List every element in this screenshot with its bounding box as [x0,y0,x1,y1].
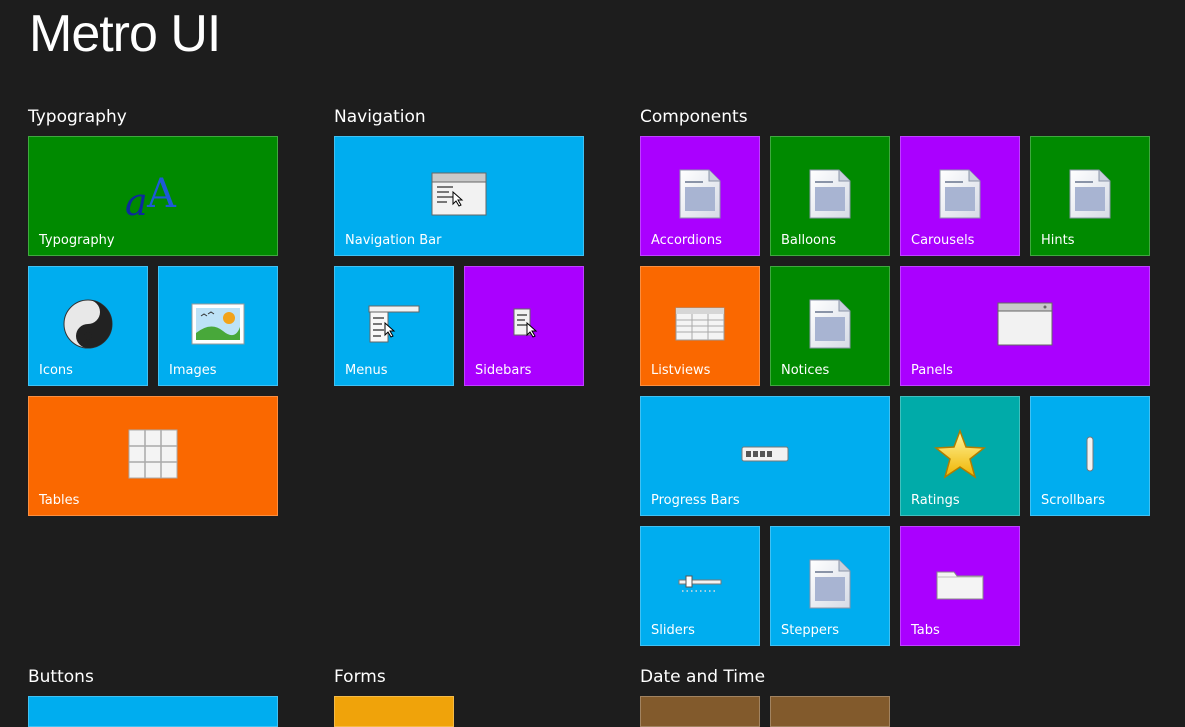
tile-typography[interactable]: a A Typography [28,136,278,256]
yin-yang-icon [63,299,113,349]
group-title-components: Components [640,107,748,127]
tile-tabs[interactable]: Tabs [900,526,1020,646]
group-title-buttons: Buttons [28,667,94,687]
tile-tables[interactable]: Tables [28,396,278,516]
tile-navigation-bar[interactable]: Navigation Bar [334,136,584,256]
document-icon [809,169,851,219]
tile-label: Progress Bars [651,493,740,508]
tile-balloons[interactable]: Balloons [770,136,890,256]
tile-label: Navigation Bar [345,233,442,248]
document-icon [939,169,981,219]
tile-label: Tabs [911,623,940,638]
tile-sliders[interactable]: Sliders [640,526,760,646]
tile-buttons[interactable] [28,696,278,727]
tile-label: Hints [1041,233,1075,248]
sidebar-icon [513,308,538,338]
tile-carousels[interactable]: Carousels [900,136,1020,256]
tile-label: Typography [39,233,115,248]
tile-label: Notices [781,363,830,378]
menu-icon [368,305,420,343]
tile-ratings[interactable]: Ratings [900,396,1020,516]
group-title-date-and-time: Date and Time [640,667,766,687]
group-title-forms: Forms [334,667,386,687]
tile-panels[interactable]: Panels [900,266,1150,386]
tile-label: Images [169,363,217,378]
tile-sidebars[interactable]: Sidebars [464,266,584,386]
tile-notices[interactable]: Notices [770,266,890,386]
svg-text:A: A [146,171,177,217]
folder-tab-icon [936,571,984,600]
tile-images[interactable]: Images [158,266,278,386]
tile-label: Accordions [651,233,722,248]
scrollbar-icon [1086,436,1094,472]
tile-label: Menus [345,363,388,378]
list-icon [675,307,725,341]
document-icon [809,299,851,349]
tile-date-and-time-2[interactable] [770,696,890,727]
tile-label: Icons [39,363,73,378]
tile-label: Balloons [781,233,837,248]
tile-forms[interactable] [334,696,454,727]
tile-label: Carousels [911,233,975,248]
tile-steppers[interactable]: Steppers [770,526,890,646]
window-icon [431,172,487,216]
image-icon [191,303,245,345]
document-icon [809,559,851,609]
tile-label: Listviews [651,363,711,378]
tile-scrollbars[interactable]: Scrollbars [1030,396,1150,516]
group-title-typography: Typography [28,107,127,127]
svg-text:a: a [125,180,148,221]
tile-hints[interactable]: Hints [1030,136,1150,256]
tile-label: Scrollbars [1041,493,1105,508]
tile-label: Sliders [651,623,695,638]
tile-icons[interactable]: Icons [28,266,148,386]
progress-bar-icon [741,446,789,462]
group-title-navigation: Navigation [334,107,426,127]
tile-label: Steppers [781,623,839,638]
tile-progress-bars[interactable]: Progress Bars [640,396,890,516]
tile-listviews[interactable]: Listviews [640,266,760,386]
tile-menus[interactable]: Menus [334,266,454,386]
star-icon [934,428,986,479]
document-icon [1069,169,1111,219]
font-icon: a A [125,171,177,221]
tile-label: Ratings [911,493,960,508]
tile-label: Sidebars [475,363,532,378]
table-icon [128,429,178,479]
slider-icon [678,575,722,592]
panel-icon [997,302,1053,346]
tile-label: Panels [911,363,953,378]
tile-date-and-time-1[interactable] [640,696,760,727]
document-icon [679,169,721,219]
tile-label: Tables [39,493,80,508]
tile-accordions[interactable]: Accordions [640,136,760,256]
page-title: Metro UI [29,5,221,63]
